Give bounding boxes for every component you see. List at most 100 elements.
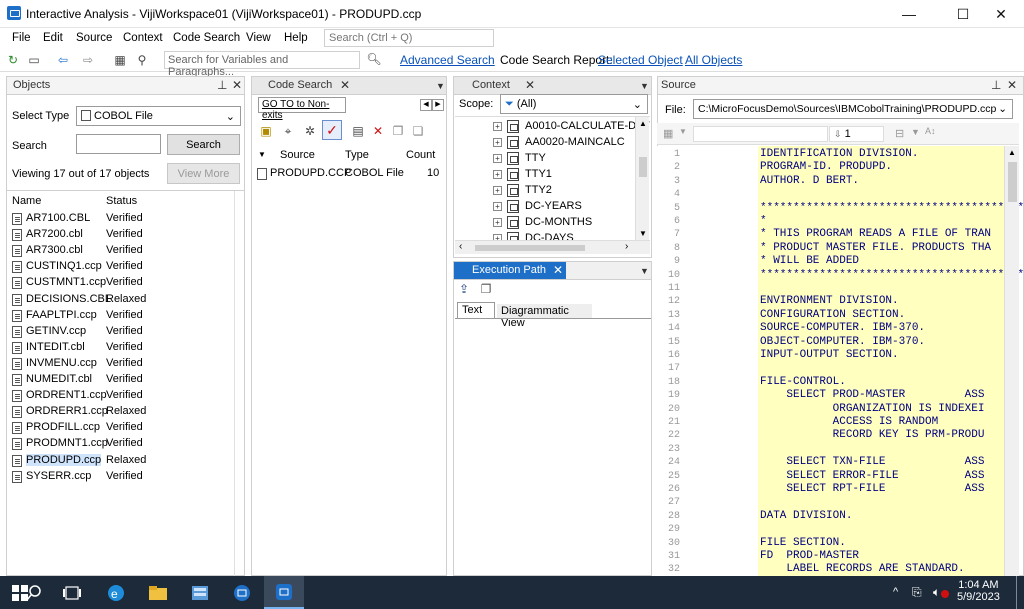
expand-icon[interactable]: + xyxy=(493,138,502,147)
list-item[interactable]: DECISIONS.CBL Relaxed xyxy=(6,292,236,308)
col-status[interactable]: Status xyxy=(106,195,137,207)
list-item[interactable]: INTEDIT.cbl Verified xyxy=(6,340,236,356)
source-vscroll[interactable]: ▲ xyxy=(1004,146,1019,576)
objects-scrollbar[interactable] xyxy=(234,191,244,577)
interactive-analysis-taskbar-icon[interactable] xyxy=(264,576,304,609)
view-more-button[interactable]: View More xyxy=(167,163,240,184)
scope-dropdown[interactable]: ⏷ (All) ⌄ xyxy=(500,94,648,114)
all-objects-link[interactable]: All Objects xyxy=(685,53,742,67)
search-icon[interactable] xyxy=(14,576,54,609)
advanced-search-link[interactable]: Advanced Search xyxy=(400,53,495,67)
tab-go-to-non-exits[interactable]: GO TO to Non-exits xyxy=(258,97,346,121)
collapse-icon[interactable]: ⊟ xyxy=(895,127,904,140)
chevron-down-icon[interactable]: ▼ xyxy=(679,127,687,136)
panel-menu-icon[interactable]: ▼ xyxy=(640,81,649,91)
minimize-button[interactable]: — xyxy=(886,0,932,28)
settings-icon[interactable]: ✲ xyxy=(302,123,318,139)
expand-icon[interactable]: + xyxy=(493,170,502,179)
close-tab-icon[interactable]: ✕ xyxy=(553,263,563,277)
open-folder-icon[interactable]: ▣ xyxy=(258,123,274,139)
pin-icon[interactable]: ⊥ xyxy=(217,78,227,92)
col-name[interactable]: Name xyxy=(12,195,41,207)
list-item[interactable]: AR7300.cbl Verified xyxy=(6,243,236,259)
list-item[interactable]: ORDRENT1.ccp Verified xyxy=(6,388,236,404)
bookmark-icon[interactable]: ▦ xyxy=(663,127,673,140)
col-count[interactable]: Count xyxy=(406,149,435,161)
chevron-down-icon[interactable]: ▼ xyxy=(911,127,920,137)
menu-context[interactable]: Context xyxy=(123,32,163,44)
context-hscroll[interactable]: ‹ › xyxy=(455,240,650,254)
close-panel-icon[interactable]: ✕ xyxy=(232,78,242,92)
paste-icon[interactable]: ❏ xyxy=(410,123,426,139)
task-view-icon[interactable] xyxy=(52,576,92,609)
col-source[interactable]: Source xyxy=(280,149,315,161)
panel-menu-icon[interactable]: ▼ xyxy=(436,81,445,91)
folder-icon[interactable]: ▭ xyxy=(26,52,42,68)
close-button[interactable]: ✕ xyxy=(978,0,1024,28)
list-item[interactable]: CUSTMNT1.ccp Verified xyxy=(6,275,236,291)
clock[interactable]: 1:04 AM 5/9/2023 xyxy=(957,579,1000,603)
expand-icon[interactable]: + xyxy=(493,218,502,227)
list-item[interactable]: GETINV.ccp Verified xyxy=(6,324,236,340)
variable-search-input[interactable]: Search for Variables and Paragraphs... xyxy=(164,51,360,78)
list-item[interactable]: PRODMNT1.ccp Verified xyxy=(6,436,236,452)
forward-arrow-icon[interactable]: ⇨ xyxy=(80,52,96,68)
expand-icon[interactable]: + xyxy=(493,186,502,195)
back-arrow-icon[interactable]: ⇦ xyxy=(55,52,71,68)
file-path-dropdown[interactable]: C:\MicroFocusDemo\Sources\IBMCobolTraini… xyxy=(693,99,1013,119)
expand-icon[interactable]: + xyxy=(493,154,502,163)
close-panel-icon[interactable]: ✕ xyxy=(1007,78,1017,92)
list-item[interactable]: AR7100.CBL Verified xyxy=(6,211,236,227)
check-icon[interactable]: ✓ xyxy=(322,120,342,140)
file-explorer-icon[interactable] xyxy=(138,576,178,609)
menu-view[interactable]: View xyxy=(246,32,271,44)
tray-chevron-icon[interactable]: ^ xyxy=(893,586,898,598)
list-item[interactable]: NUMEDIT.cbl Verified xyxy=(6,372,236,388)
select-type-dropdown[interactable]: COBOL File ⌄ xyxy=(76,106,241,126)
network-icon[interactable]: ⎘ xyxy=(912,585,922,600)
list-item[interactable]: PRODFILL.ccp Verified xyxy=(6,420,236,436)
table-row[interactable]: PRODUPD.CCP COBOL File 10 xyxy=(252,164,446,182)
col-type[interactable]: Type xyxy=(345,149,369,161)
close-tab-icon[interactable]: ✕ xyxy=(525,78,535,92)
list-item[interactable]: INVMENU.ccp Verified xyxy=(6,356,236,372)
refresh-icon[interactable]: ↻ xyxy=(5,52,21,68)
copy-icon[interactable]: ❐ xyxy=(390,123,406,139)
binoculars-icon[interactable]: ⌖ xyxy=(280,123,296,139)
tab-diagrammatic-view[interactable]: Diagrammatic View xyxy=(497,304,592,329)
menu-help[interactable]: Help xyxy=(284,32,308,44)
tab-text[interactable]: Text xyxy=(457,302,495,318)
pin-icon[interactable]: ⊥ xyxy=(991,78,1001,92)
edge-icon[interactable]: e xyxy=(96,576,136,609)
list-item[interactable]: AR7200.cbl Verified xyxy=(6,227,236,243)
menu-edit[interactable]: Edit xyxy=(43,32,63,44)
expand-icon[interactable]: + xyxy=(493,122,502,131)
menu-source[interactable]: Source xyxy=(76,32,112,44)
copy-path-icon[interactable]: ❐ xyxy=(478,281,494,297)
font-size-icon[interactable]: A↕ xyxy=(925,126,936,136)
menu-code-search[interactable]: Code Search xyxy=(173,32,240,44)
tab-scroll-right[interactable]: ▶ xyxy=(432,99,444,111)
list-item[interactable]: PRODUPD.ccp Relaxed xyxy=(6,453,236,469)
volume-icon[interactable]: 🔈︎ xyxy=(933,585,940,600)
line-number-input[interactable]: ⇩ 1 xyxy=(829,126,884,142)
menu-file[interactable]: File xyxy=(12,32,31,44)
panel-menu-icon[interactable]: ▼ xyxy=(640,266,649,276)
show-desktop[interactable] xyxy=(1016,576,1017,609)
list-item[interactable]: ORDRERR1.ccp Relaxed xyxy=(6,404,236,420)
selected-object-link[interactable]: Selected Object xyxy=(598,53,683,67)
filter-tool-icon[interactable]: ⚲ xyxy=(134,52,150,68)
list-item[interactable]: SYSERR.ccp Verified xyxy=(6,469,236,485)
report-icon[interactable]: ▦ xyxy=(112,52,128,68)
search-button[interactable]: Search xyxy=(167,134,240,155)
tab-scroll-left[interactable]: ◀ xyxy=(420,99,432,111)
analysis-app-icon[interactable] xyxy=(222,576,262,609)
search-go-icon[interactable]: 🔍︎ xyxy=(366,51,382,67)
context-vscroll[interactable]: ▲ ▼ xyxy=(635,117,649,240)
server-manager-icon[interactable] xyxy=(180,576,220,609)
export-icon[interactable]: ⇪ xyxy=(456,281,472,297)
list-item[interactable]: CUSTINQ1.ccp Verified xyxy=(6,259,236,275)
close-tab-icon[interactable]: ✕ xyxy=(340,78,350,92)
delete-icon[interactable]: ✕ xyxy=(370,123,386,139)
expand-icon[interactable]: + xyxy=(493,202,502,211)
